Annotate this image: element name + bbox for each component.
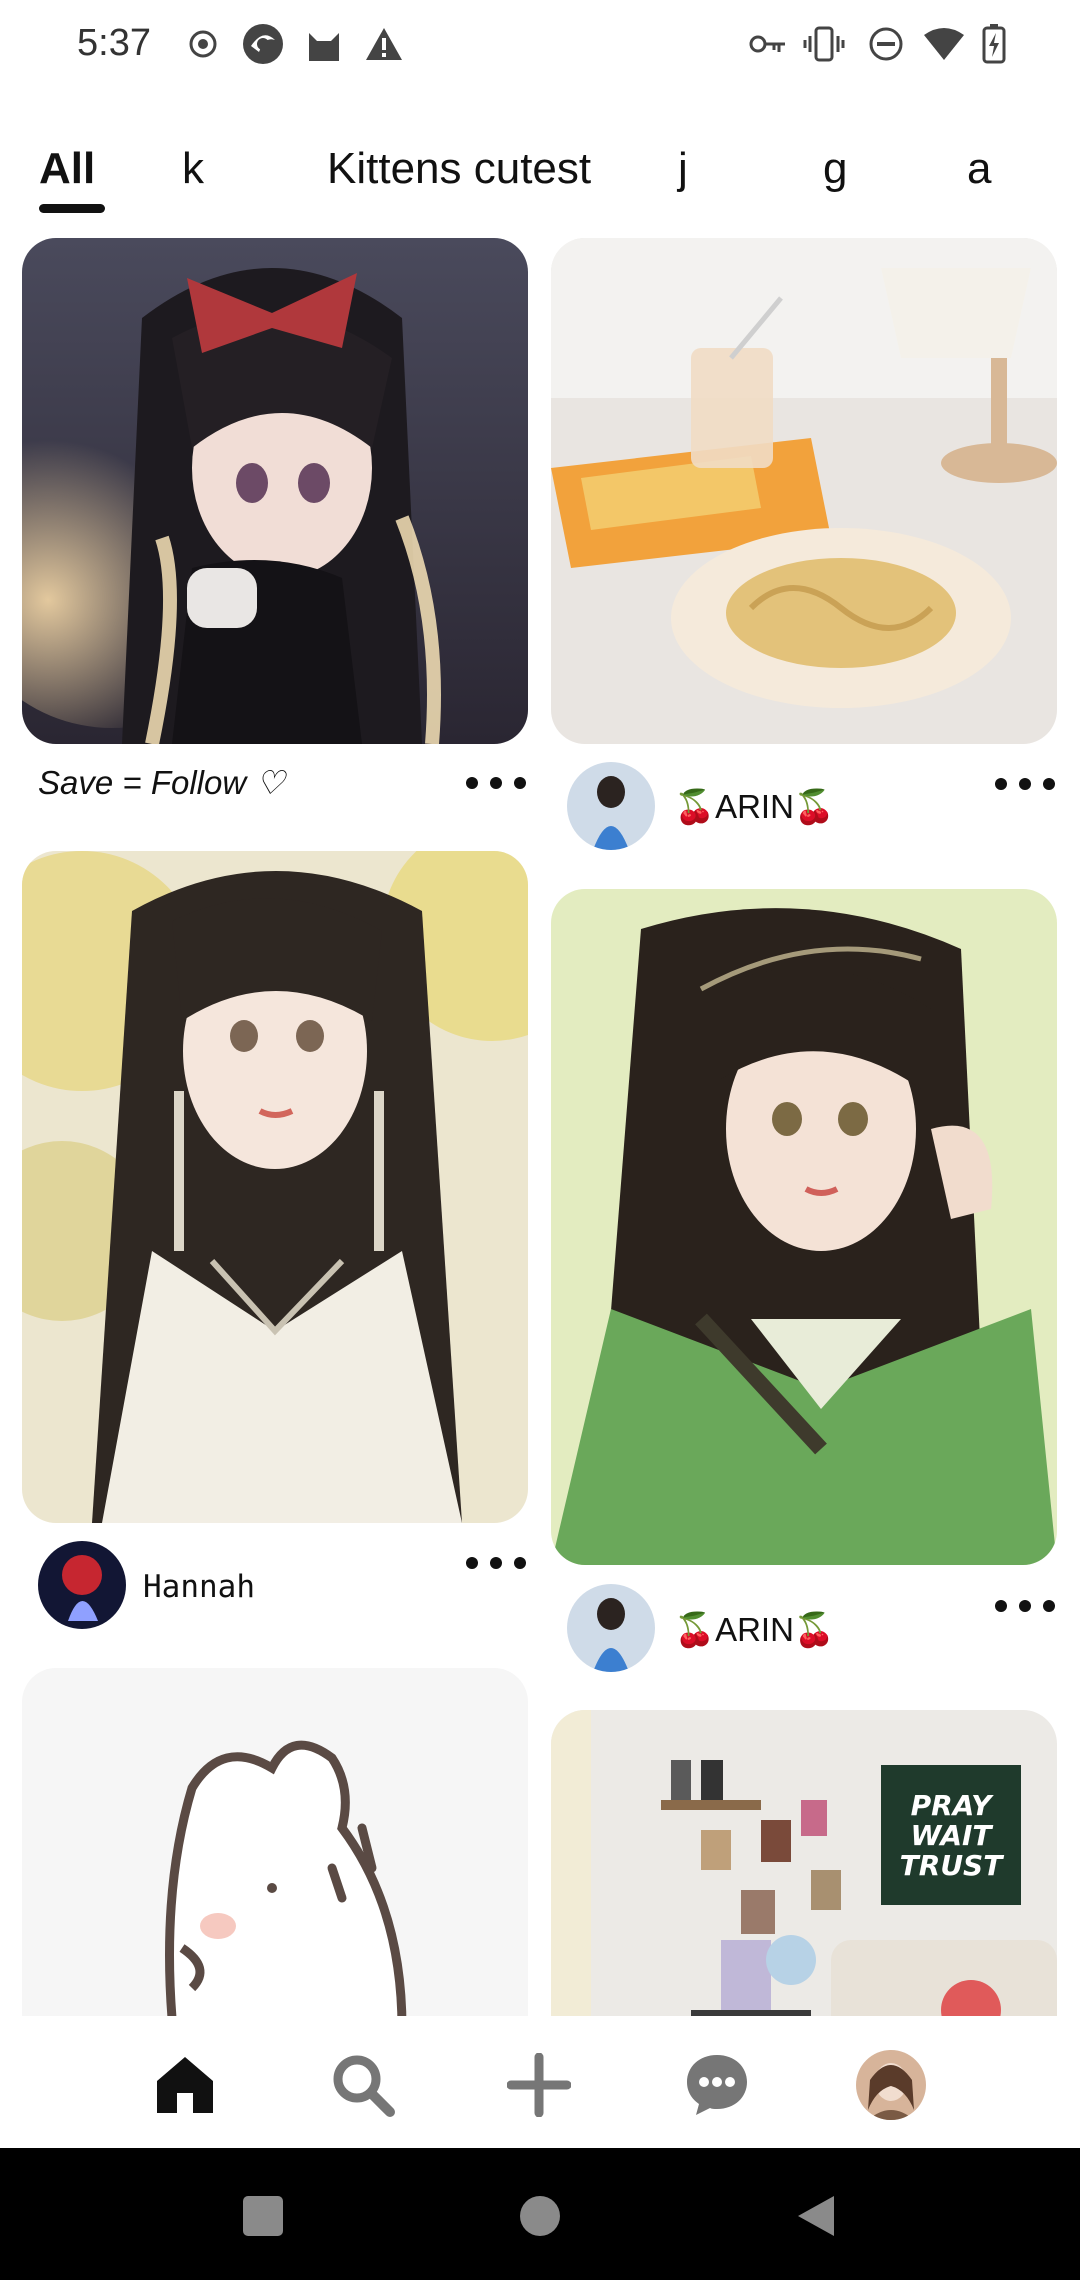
pin-image[interactable] [22, 851, 528, 1523]
tab-a[interactable]: a [967, 144, 991, 194]
more-options-button[interactable] [995, 769, 1055, 799]
pin-image[interactable] [551, 238, 1057, 744]
poster-line-2: WAIT [910, 1819, 993, 1852]
cat-icon [304, 22, 344, 66]
pray-wait-trust-poster: PRAY WAIT TRUST [881, 1765, 1021, 1905]
wifi-icon [922, 22, 966, 66]
bottom-navigation [0, 2016, 1080, 2148]
tab-all[interactable]: All [39, 144, 95, 194]
profile-avatar[interactable] [856, 2050, 926, 2120]
system-navigation-bar [0, 2148, 1080, 2280]
user-avatar[interactable] [567, 762, 655, 850]
search-icon[interactable] [328, 2050, 398, 2120]
active-tab-indicator [39, 204, 105, 213]
pin-image[interactable] [22, 238, 528, 744]
pin-username[interactable]: 🍒ARIN🍒 [674, 1611, 835, 1650]
battery-charging-icon [980, 22, 1008, 66]
key-icon [748, 22, 788, 66]
more-options-button[interactable] [466, 1548, 526, 1578]
messages-icon[interactable] [682, 2050, 752, 2120]
warning-icon [364, 22, 404, 66]
tab-g[interactable]: g [823, 144, 847, 194]
tab-kittens-cutest[interactable]: Kittens cutest [327, 144, 591, 194]
board-tabs: All k Kittens cutest j g a [0, 130, 1080, 220]
more-options-button[interactable] [466, 768, 526, 798]
home-circle-icon[interactable] [520, 2196, 560, 2236]
do-not-disturb-icon [866, 22, 906, 66]
user-avatar[interactable] [567, 1584, 655, 1672]
anime-girl-red-bow-image [22, 238, 528, 744]
vibrate-icon [802, 22, 846, 66]
tab-k[interactable]: k [182, 144, 204, 194]
more-options-button[interactable] [995, 1591, 1055, 1621]
create-plus-icon[interactable] [504, 2050, 574, 2120]
status-time: 5:37 [77, 22, 151, 64]
pin-image[interactable] [551, 889, 1057, 1565]
anime-girl-long-hair-image [22, 851, 528, 1523]
user-avatar[interactable] [38, 1541, 126, 1629]
pin-username[interactable]: 🍒ARIN🍒 [674, 788, 835, 827]
poster-line-1: PRAY [911, 1789, 995, 1822]
pin-caption: Save = Follow ♡ [38, 764, 285, 801]
status-bar: 5:37 [0, 0, 1080, 88]
browser-icon [240, 22, 286, 66]
anime-girl-green-robe-image [551, 889, 1057, 1565]
back-triangle-icon[interactable] [796, 2194, 836, 2243]
pin-username[interactable]: Hannah [143, 1569, 255, 1605]
recents-square-icon[interactable] [243, 2196, 283, 2236]
poster-line-3: TRUST [900, 1849, 1005, 1882]
home-icon[interactable] [150, 2050, 220, 2120]
record-icon [186, 22, 220, 66]
pasta-plate-image [551, 238, 1057, 744]
tab-j[interactable]: j [678, 144, 688, 194]
